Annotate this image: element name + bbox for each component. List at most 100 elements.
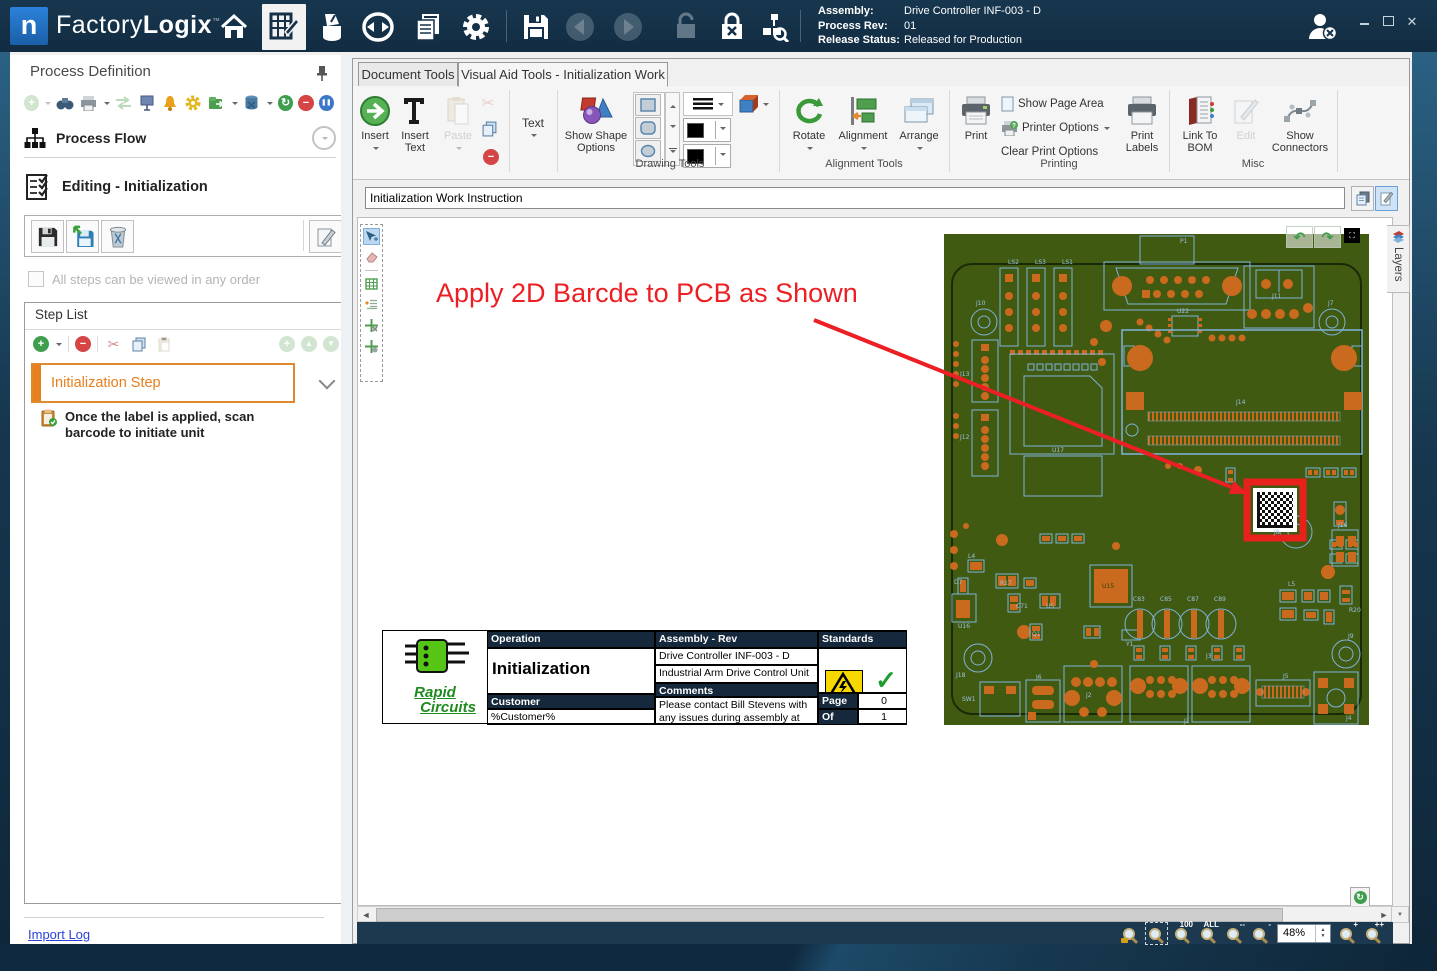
panel-splitter[interactable] (341, 55, 352, 944)
minimize-button[interactable] (1354, 14, 1374, 29)
gallery-more-icon[interactable] (669, 148, 677, 157)
pause-icon[interactable]: ❚❚ (319, 95, 334, 111)
zoom-out-button[interactable]: - (1251, 924, 1270, 943)
zoom-value-input[interactable] (1278, 927, 1310, 939)
import-log-link[interactable]: Import Log (28, 927, 90, 942)
add-icon[interactable]: + (24, 95, 39, 111)
zoom-lock-button[interactable] (1121, 924, 1140, 943)
table-tool[interactable] (363, 275, 380, 292)
pin-icon[interactable] (315, 65, 329, 81)
tab-visual-aid-tools[interactable]: Visual Aid Tools - Initialization Work (458, 62, 668, 87)
process-flow-header[interactable]: Process Flow (24, 123, 336, 153)
unlock-icon[interactable] (668, 10, 704, 44)
zoom-out-fast-button[interactable]: -- (1225, 924, 1244, 943)
cut-icon[interactable]: ✂ (482, 94, 501, 113)
refresh-view-button[interactable]: ↻ (1350, 887, 1370, 907)
sync-icon[interactable] (360, 10, 396, 44)
process-editor-icon[interactable] (262, 4, 306, 50)
presentation-icon[interactable] (138, 94, 156, 113)
shape-3d-picker[interactable] (737, 92, 773, 116)
zoom-in-button[interactable]: + (1338, 924, 1357, 943)
zoom-step-icon[interactable]: + (279, 336, 295, 352)
forward-icon[interactable] (610, 10, 646, 44)
user-logout-icon[interactable] (1304, 10, 1340, 44)
edit-mode-button[interactable] (1375, 186, 1398, 211)
step-expand-chevron-icon[interactable] (319, 373, 336, 390)
move-anchor-tool[interactable] (363, 317, 380, 334)
zoom-region-button[interactable] (1147, 924, 1166, 943)
horizontal-scrollbar[interactable]: ◄ ► (357, 906, 1393, 922)
add-step-dropdown-icon[interactable] (56, 343, 62, 349)
pcb-image[interactable]: P1LS2LS3LS1J10J11J7U22J13J12U17J14J8J16L… (944, 234, 1369, 725)
move-down-icon[interactable]: ▼ (323, 336, 339, 352)
layers-panel-tab[interactable]: Layers (1387, 225, 1410, 293)
order-checkbox[interactable] (28, 271, 44, 287)
printer-options-button[interactable]: ? Printer Options (1001, 118, 1110, 138)
fullscreen-icon[interactable]: ⛶ (1344, 228, 1360, 243)
save-icon[interactable] (518, 10, 554, 44)
insert-text-button[interactable]: Insert Text (395, 89, 435, 173)
line-style-picker[interactable] (683, 92, 733, 116)
edit-step-button[interactable] (309, 220, 342, 253)
maximize-button[interactable] (1378, 14, 1398, 29)
instruction-title-input[interactable] (365, 187, 1345, 209)
list-tool[interactable] (363, 296, 380, 313)
eraser-tool[interactable] (363, 249, 380, 266)
line-color-picker[interactable] (683, 118, 731, 142)
pages-icon[interactable] (410, 10, 446, 44)
tab-document-tools[interactable]: Document Tools (358, 62, 458, 87)
delete-step-button[interactable] (101, 220, 134, 253)
move-object-tool[interactable] (363, 338, 380, 355)
scroll-left-icon[interactable]: ◄ (358, 908, 374, 921)
move-up-icon[interactable]: ▲ (301, 336, 317, 352)
save-step-button[interactable] (31, 220, 64, 253)
import-documents-icon[interactable] (314, 10, 350, 44)
zoom-in-fast-button[interactable]: ++ (1364, 924, 1383, 943)
scrollbar-thumb[interactable] (376, 908, 1283, 922)
copy-icon[interactable] (129, 335, 148, 354)
redo-button[interactable]: ↷ (1314, 226, 1341, 248)
home-icon[interactable] (216, 10, 252, 44)
swap-icon[interactable] (115, 94, 133, 113)
zoom-spin-arrows[interactable]: ▲▼ (1315, 925, 1330, 942)
paste-icon[interactable] (154, 335, 173, 354)
annotation-text[interactable]: Apply 2D Barcde to PCB as Shown (436, 278, 858, 309)
delete-icon[interactable]: − (483, 149, 499, 165)
export-folder-icon[interactable] (208, 94, 226, 113)
settings-gear-icon[interactable] (458, 10, 494, 44)
lock-release-icon[interactable] (714, 10, 750, 44)
binoculars-icon[interactable] (56, 94, 74, 113)
bell-icon[interactable] (161, 94, 179, 113)
back-icon[interactable] (562, 10, 598, 44)
zoom-100-button[interactable]: 100 (1173, 924, 1192, 943)
gear-icon[interactable] (184, 94, 202, 113)
export-dropdown-icon[interactable] (232, 102, 238, 108)
show-page-area-button[interactable]: Show Page Area (1001, 94, 1104, 114)
add-dropdown-icon[interactable] (45, 102, 51, 108)
remove-step-icon[interactable]: − (75, 336, 91, 352)
shape-rounded-rectangle-button[interactable] (635, 117, 661, 139)
paste-button[interactable]: Paste (439, 89, 477, 173)
print-icon[interactable] (80, 94, 98, 113)
scroll-up-icon[interactable] (670, 102, 676, 108)
zoom-all-button[interactable]: ALL (1199, 924, 1218, 943)
add-step-icon[interactable]: + (33, 336, 49, 352)
database-icon[interactable] (243, 94, 261, 113)
label-template[interactable]: Rapid Circuits Operation Initialization … (382, 630, 907, 724)
insert-button[interactable]: Insert (357, 89, 393, 173)
process-search-icon[interactable] (756, 10, 792, 44)
text-button[interactable]: Text (513, 89, 553, 173)
shape-rectangle-button[interactable] (635, 94, 661, 116)
remove-icon[interactable]: − (298, 95, 313, 111)
select-move-tool[interactable] (363, 228, 380, 245)
scroll-down-icon[interactable] (670, 125, 676, 131)
duplicate-view-button[interactable] (1351, 186, 1374, 211)
database-dropdown-icon[interactable] (267, 102, 273, 108)
copy-icon[interactable] (482, 121, 501, 140)
step-list-item[interactable]: Initialization Step (31, 363, 295, 403)
cut-icon[interactable]: ✂ (104, 335, 123, 354)
print-dropdown-icon[interactable] (104, 102, 110, 108)
import-step-button[interactable] (66, 220, 99, 253)
visual-aid-canvas[interactable]: Apply 2D Barcde to PCB as Shown (357, 217, 1393, 906)
collapse-icon[interactable] (312, 126, 336, 150)
